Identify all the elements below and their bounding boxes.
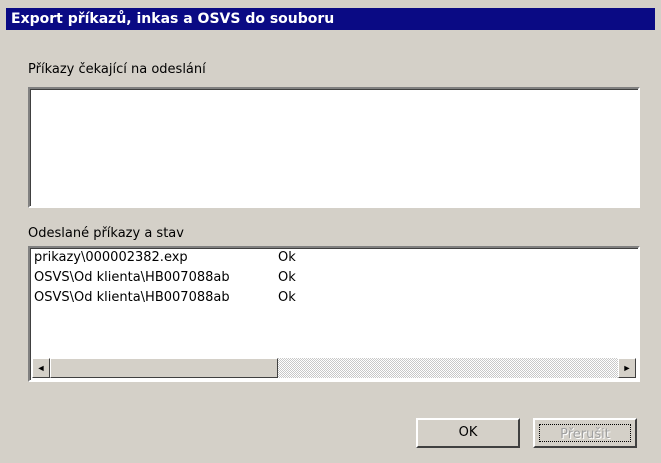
title-bar: Export příkazů, inkas a OSVS do souboru <box>6 8 655 30</box>
sent-label: Odeslané příkazy a stav <box>28 226 184 241</box>
export-dialog: Export příkazů, inkas a OSVS do souboru … <box>0 0 661 463</box>
cancel-button[interactable]: Přerušit <box>533 418 637 448</box>
sent-item-status: Ok <box>278 290 296 305</box>
ok-button-label: OK <box>458 425 478 440</box>
ok-button[interactable]: OK <box>416 418 520 448</box>
sent-orders-list[interactable]: prikazy\000002382.exp Ok OSVS\Od klienta… <box>28 246 640 382</box>
sent-item-status: Ok <box>278 270 296 285</box>
cancel-button-label: Přerušit <box>560 427 610 442</box>
pending-label: Příkazy čekající na odeslání <box>28 62 206 77</box>
sent-item-status: Ok <box>278 250 296 265</box>
horizontal-scrollbar[interactable]: ◄ ► <box>32 358 636 378</box>
scroll-thumb[interactable] <box>50 358 278 378</box>
sent-item-path: prikazy\000002382.exp <box>34 250 188 265</box>
sent-item-path: OSVS\Od klienta\HB007088ab <box>34 270 230 285</box>
scroll-right-icon[interactable]: ► <box>618 358 636 378</box>
sent-item-path: OSVS\Od klienta\HB007088ab <box>34 290 230 305</box>
scroll-left-icon[interactable]: ◄ <box>32 358 50 378</box>
pending-orders-list[interactable] <box>28 87 640 208</box>
